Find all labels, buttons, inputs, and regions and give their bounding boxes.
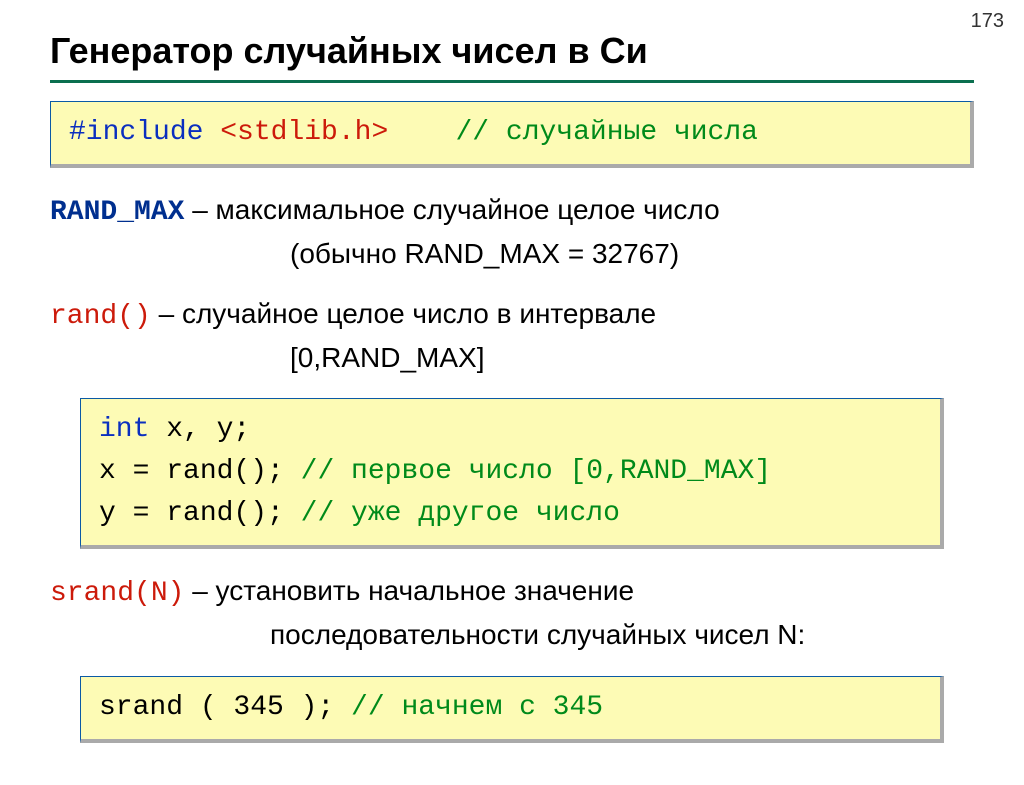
title-underline	[50, 80, 974, 83]
rand-desc2: [0,RAND_MAX]	[50, 338, 974, 379]
randmax-desc2: (обычно RAND_MAX = 32767)	[50, 234, 974, 275]
include-comment: // случайные числа	[455, 117, 757, 148]
code-box-include: #include <stdlib.h> // случайные числа	[50, 101, 974, 168]
slide-content: Генератор случайных чисел в Си #include …	[0, 0, 1024, 785]
code-box-srand: srand ( 345 ); // начнем с 345	[80, 676, 944, 743]
int-keyword: int	[99, 414, 149, 445]
rand-call-1: x = rand();	[99, 456, 301, 487]
srand-comment: // начнем с 345	[351, 692, 603, 723]
include-keyword: #include	[69, 117, 220, 148]
rand-term: rand()	[50, 301, 151, 332]
srand-term: srand(N)	[50, 578, 184, 609]
rand-comment-1: // первое число [0,RAND_MAX]	[301, 456, 771, 487]
spacer	[388, 117, 455, 148]
srand-desc2: последовательности случайных чисел N:	[50, 615, 974, 656]
randmax-desc1: – максимальное случайное целое число	[184, 194, 719, 225]
randmax-paragraph: RAND_MAX – максимальное случайное целое …	[50, 190, 974, 274]
page-title: Генератор случайных чисел в Си	[50, 30, 974, 72]
rand-desc1: – случайное целое число в интервале	[159, 298, 657, 329]
rand-paragraph: rand() – случайное целое число в интерва…	[50, 294, 974, 378]
srand-paragraph: srand(N) – установить начальное значение…	[50, 571, 974, 655]
rand-call-2: y = rand();	[99, 498, 301, 529]
srand-desc1: – установить начальное значение	[184, 575, 634, 606]
include-header: <stdlib.h>	[220, 117, 388, 148]
randmax-term: RAND_MAX	[50, 197, 184, 228]
rand-spacer	[151, 298, 159, 329]
page-number: 173	[971, 10, 1004, 33]
code-box-rand-example: int x, y; x = rand(); // первое число [0…	[80, 398, 944, 549]
srand-call: srand ( 345 );	[99, 692, 351, 723]
rand-comment-2: // уже другое число	[301, 498, 620, 529]
var-decl: x, y;	[149, 414, 250, 445]
